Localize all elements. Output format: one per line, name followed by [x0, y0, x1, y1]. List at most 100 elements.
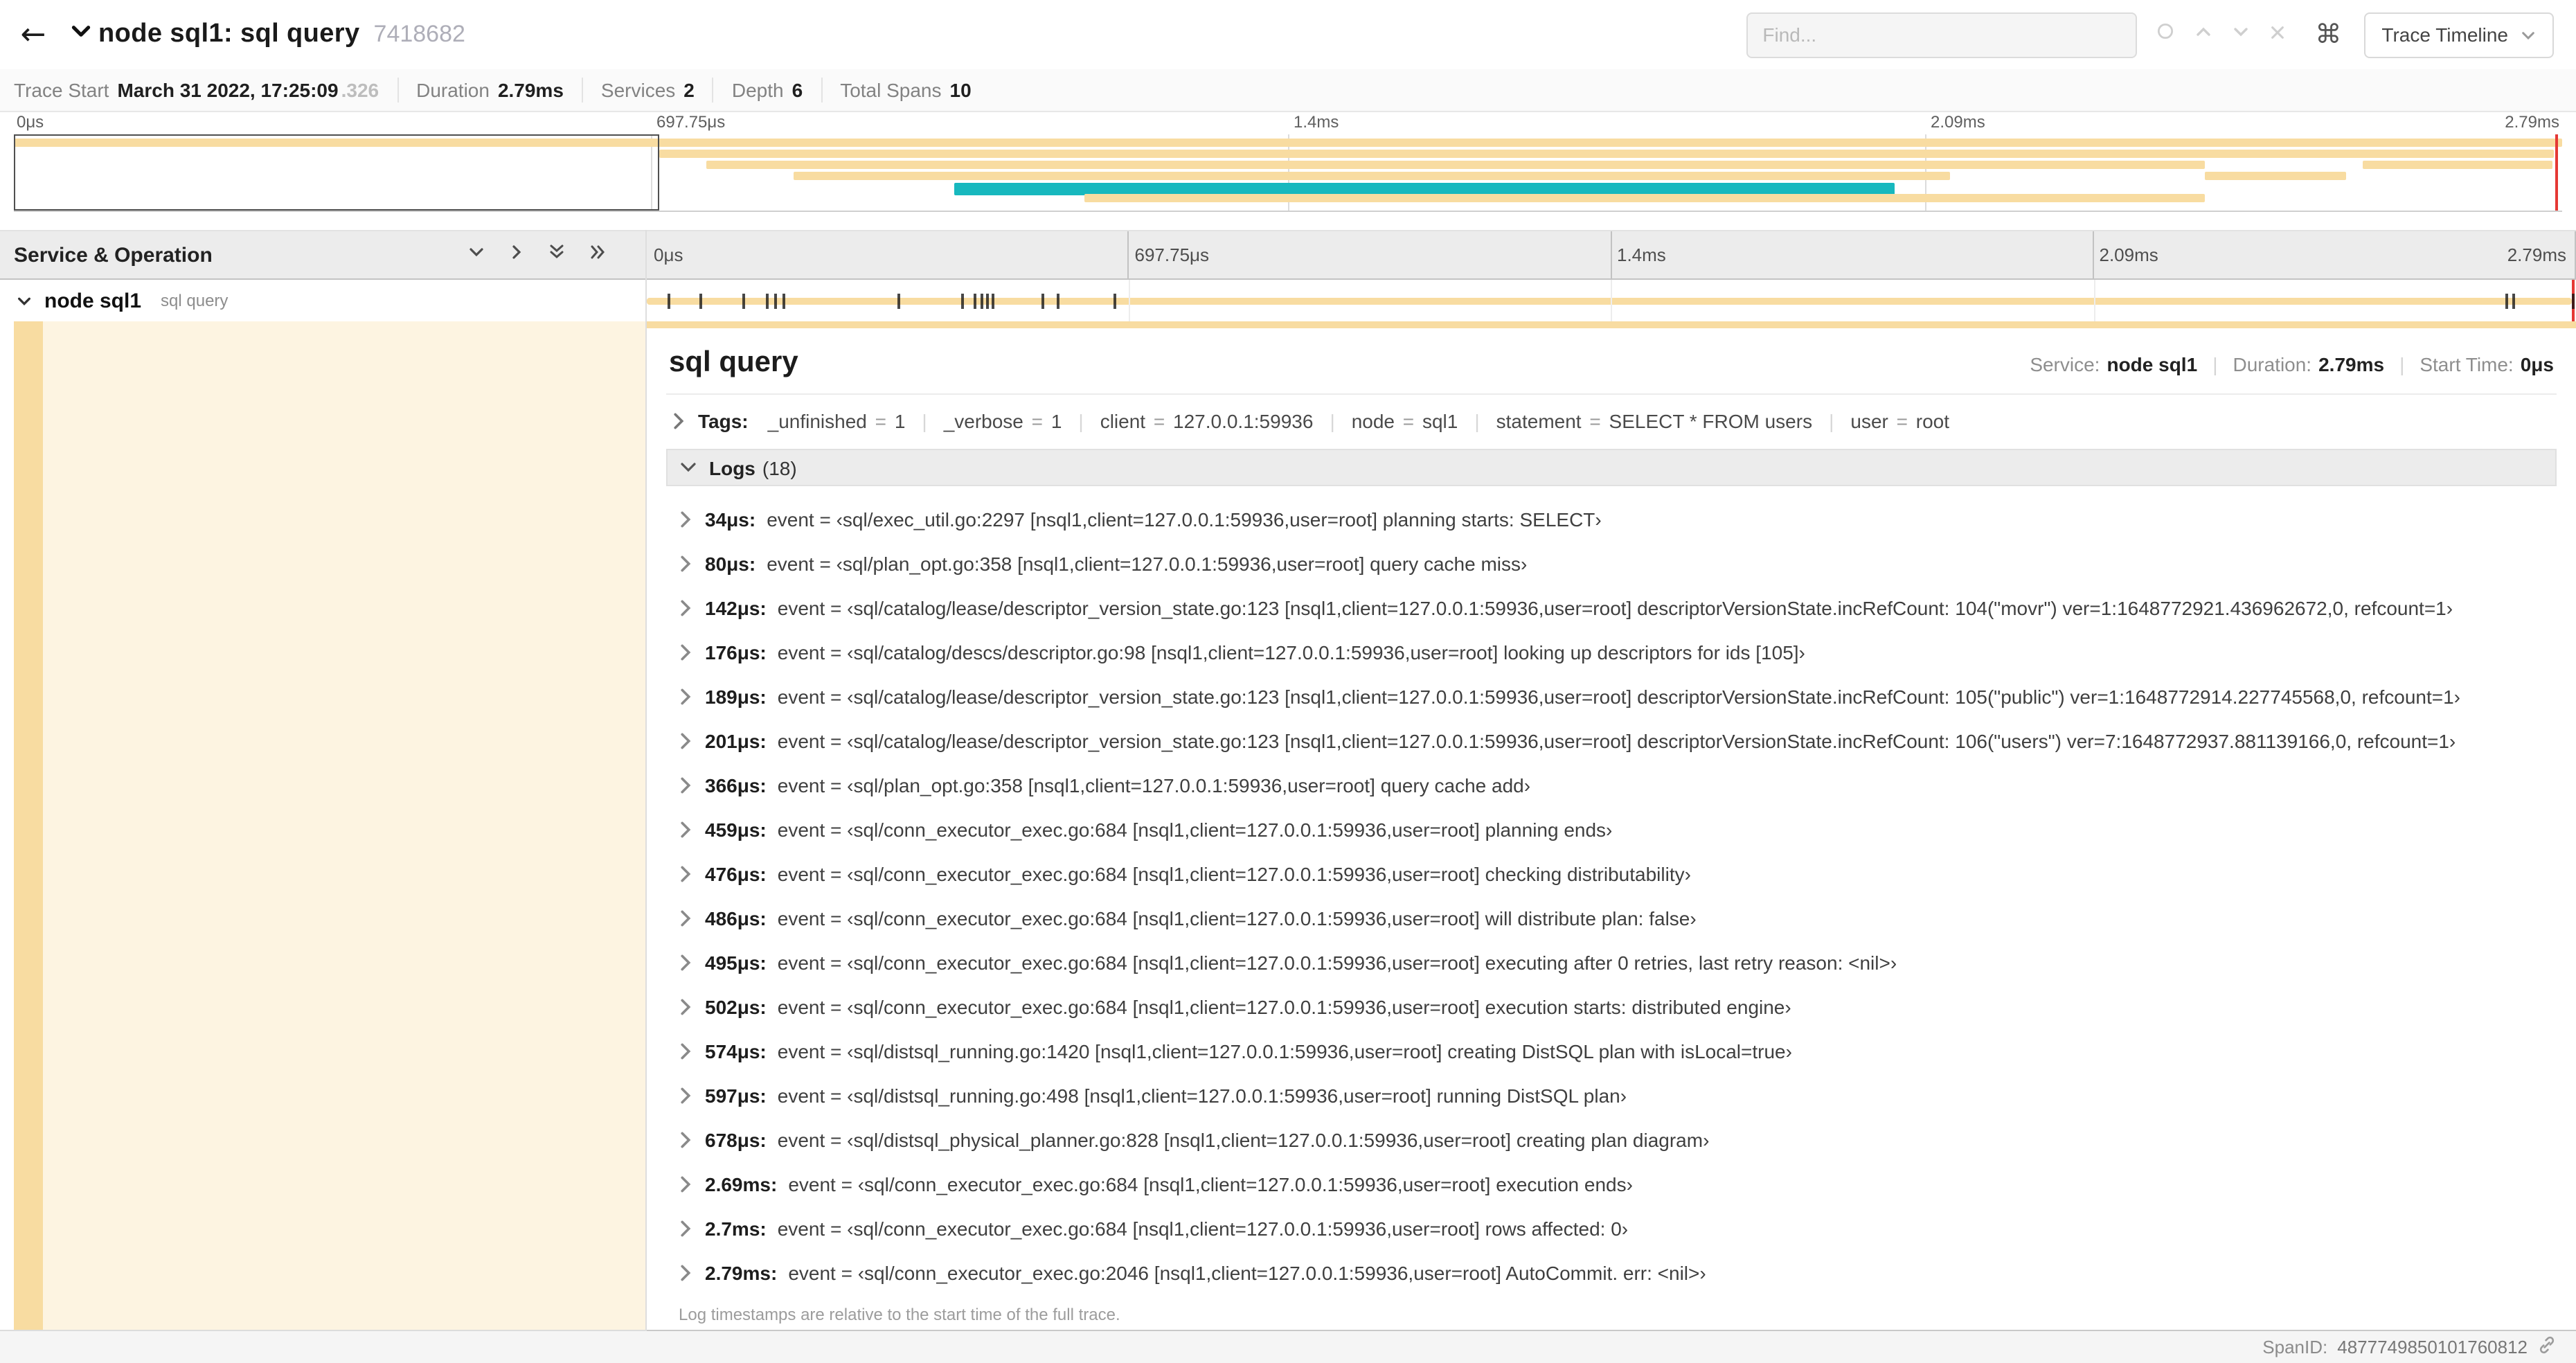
log-message: event = ‹sql/plan_opt.go:358 [nsql1,clie…: [767, 553, 1528, 575]
expand-one-button[interactable]: [508, 242, 525, 267]
span-row-label-cell[interactable]: node sql1 sql query: [0, 280, 645, 321]
tag-item: _verbose = 1: [944, 410, 1062, 432]
log-entry-row[interactable]: 189μs: event = ‹sql/catalog/lease/descrip…: [666, 675, 2557, 719]
log-marker-tick[interactable]: [897, 294, 900, 309]
search-input[interactable]: [1746, 12, 2137, 57]
log-marker-tick[interactable]: [2512, 294, 2515, 309]
overview-value: node sql1: [2107, 353, 2198, 375]
trace-id-badge: 7418682: [373, 21, 465, 47]
log-marker-tick[interactable]: [1113, 294, 1116, 309]
log-marker-tick[interactable]: [961, 294, 965, 309]
log-message: event = ‹sql/conn_executor_exec.go:684 […: [777, 907, 1697, 929]
log-marker-tick[interactable]: [782, 294, 786, 309]
log-marker-tick[interactable]: [668, 294, 670, 309]
log-entry-row[interactable]: 502μs: event = ‹sql/conn_executor_exec.go…: [666, 985, 2557, 1029]
log-timestamp: 34μs:: [705, 508, 756, 531]
trace-collapse-toggle[interactable]: [69, 19, 93, 50]
tag-equals: =: [869, 410, 892, 432]
prev-match-button[interactable]: [2194, 22, 2211, 47]
trace-meta-value: 10: [949, 79, 972, 101]
tick-label: 2.79ms: [2505, 112, 2559, 132]
log-marker-tick[interactable]: [774, 294, 778, 309]
log-message: event = ‹sql/conn_executor_exec.go:2046 …: [788, 1262, 1706, 1284]
tick-label: 697.75μs: [656, 112, 726, 132]
log-entry-row[interactable]: 2.69ms: event = ‹sql/conn_executor_exec.g…: [666, 1162, 2557, 1206]
chevron-right-icon: [508, 242, 525, 267]
span-duration-bar[interactable]: [647, 298, 2572, 305]
back-button[interactable]: ←: [0, 17, 66, 52]
log-marker-tick[interactable]: [1057, 294, 1060, 309]
clear-search-button[interactable]: [2269, 22, 2284, 47]
log-marker-tick[interactable]: [986, 294, 990, 309]
log-entry-row[interactable]: 495μs: event = ‹sql/conn_executor_exec.go…: [666, 941, 2557, 985]
column-divider[interactable]: [645, 230, 647, 1331]
chevron-right-icon: [679, 1043, 692, 1060]
chevron-right-icon: [679, 555, 692, 572]
log-timestamp: 2.79ms:: [705, 1262, 778, 1284]
log-marker-tick[interactable]: [991, 294, 994, 309]
tick-label: 0μs: [17, 112, 44, 132]
log-timestamp: 597μs:: [705, 1085, 767, 1107]
tag-equals: =: [1890, 410, 1913, 432]
trace-meta-label: Trace Start: [14, 79, 109, 101]
span-detail-left-column: [0, 321, 645, 1331]
log-message: event = ‹sql/exec_util.go:2297 [nsql1,cl…: [767, 508, 1602, 531]
minimap[interactable]: [14, 134, 2562, 212]
log-entry-row[interactable]: 486μs: event = ‹sql/conn_executor_exec.go…: [666, 896, 2557, 941]
chevron-down-icon: [680, 460, 697, 475]
view-type-dropdown[interactable]: Trace Timeline: [2363, 12, 2554, 57]
log-message: event = ‹sql/catalog/lease/descriptor_ve…: [777, 686, 2461, 708]
next-match-button[interactable]: [2232, 22, 2248, 47]
bottom-strip: SpanID: 4877749850101760812: [0, 1331, 2576, 1363]
log-entry-row[interactable]: 142μs: event = ‹sql/catalog/lease/descrip…: [666, 586, 2557, 630]
log-marker-tick[interactable]: [1041, 294, 1044, 309]
arrow-left-icon: ←: [20, 17, 46, 52]
log-marker-tick[interactable]: [699, 294, 702, 309]
log-entry-row[interactable]: 366μs: event = ‹sql/plan_opt.go:358 [nsql…: [666, 763, 2557, 808]
log-entry-row[interactable]: 2.79ms: event = ‹sql/conn_executor_exec.g…: [666, 1251, 2557, 1295]
span-detail-header: sql query Service: node sql1 | Duration: 2.7…: [666, 328, 2557, 395]
minimap-viewport[interactable]: [14, 134, 659, 211]
log-entry-row[interactable]: 80μs: event = ‹sql/plan_opt.go:358 [nsql1…: [666, 542, 2557, 586]
target-circle-icon: [2156, 22, 2174, 47]
keyboard-shortcuts-button[interactable]: ⌘: [2315, 19, 2341, 50]
span-id-label: SpanID:: [2262, 1337, 2328, 1357]
logs-label: Logs: [709, 456, 755, 479]
log-marker-tick[interactable]: [2505, 294, 2509, 309]
grid-line: [1128, 280, 1129, 321]
log-entry-row[interactable]: 176μs: event = ‹sql/catalog/descs/descrip…: [666, 630, 2557, 675]
log-entry-row[interactable]: 678μs: event = ‹sql/distsql_physical_plan…: [666, 1118, 2557, 1162]
log-marker-tick[interactable]: [742, 294, 745, 309]
tag-equals: =: [1026, 410, 1048, 432]
log-entry-row[interactable]: 459μs: event = ‹sql/conn_executor_exec.go…: [666, 808, 2557, 852]
log-entry-row[interactable]: 34μs: event = ‹sql/exec_util.go:2297 [nsq…: [666, 497, 2557, 542]
collapse-all-button[interactable]: [548, 242, 565, 267]
log-marker-tick[interactable]: [980, 294, 983, 309]
overview-label: Duration:: [2233, 353, 2312, 375]
grid-line: [1610, 231, 1611, 278]
log-marker-tick[interactable]: [2571, 294, 2575, 309]
focus-matches-button[interactable]: [2156, 22, 2174, 47]
log-marker-tick[interactable]: [973, 294, 976, 309]
log-entry-row[interactable]: 574μs: event = ‹sql/distsql_running.go:14…: [666, 1029, 2557, 1074]
grid-line: [2092, 231, 2094, 278]
chevron-right-icon: [679, 511, 692, 528]
log-marker-tick[interactable]: [765, 294, 769, 309]
tick-label: 697.75μs: [1134, 244, 1210, 265]
command-icon: ⌘: [2315, 19, 2342, 50]
log-entry-row[interactable]: 2.7ms: event = ‹sql/conn_executor_exec.go…: [666, 1206, 2557, 1251]
span-detail-panel: sql query Service: node sql1 | Duration: 2.7…: [647, 328, 2576, 1331]
collapse-one-button[interactable]: [468, 242, 485, 267]
log-entry-row[interactable]: 476μs: event = ‹sql/conn_executor_exec.go…: [666, 852, 2557, 896]
tag-key: statement: [1496, 410, 1582, 432]
span-operation-name: sql query: [161, 291, 229, 310]
expand-all-button[interactable]: [589, 242, 607, 267]
chevron-down-icon: [2521, 27, 2536, 42]
service-operation-header: Service & Operation: [0, 231, 645, 278]
span-row: node sql1 sql query: [0, 280, 2576, 328]
log-entry-row[interactable]: 597μs: event = ‹sql/distsql_running.go:49…: [666, 1074, 2557, 1118]
tags-row[interactable]: Tags: _unfinished = 1 | _verbose = 1 | clien…: [666, 395, 2557, 445]
logs-header[interactable]: Logs (18): [666, 449, 2557, 486]
log-entry-row[interactable]: 201μs: event = ‹sql/catalog/lease/descrip…: [666, 719, 2557, 763]
deep-link-button[interactable]: [2537, 1335, 2557, 1359]
